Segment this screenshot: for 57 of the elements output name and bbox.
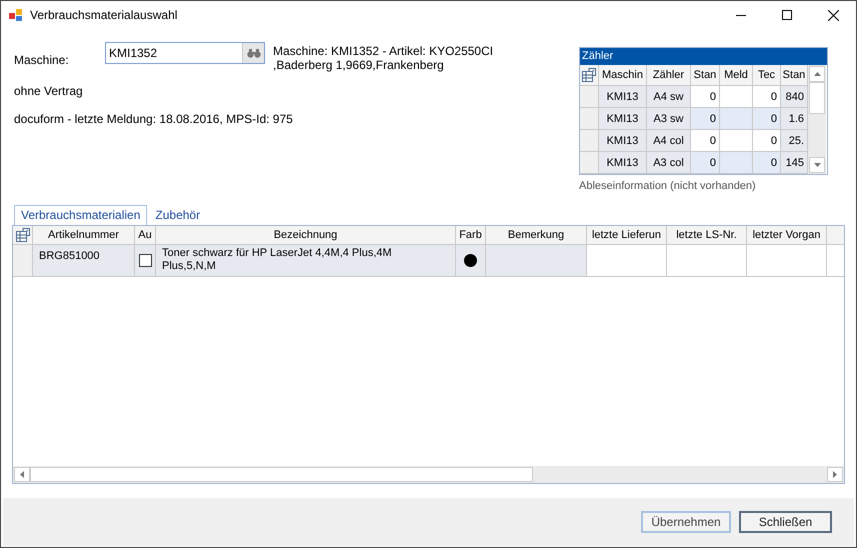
- table-cell: KMI13: [599, 130, 647, 151]
- column-header[interactable]: letzter Vorgan: [747, 226, 827, 244]
- table-cell: A3 col: [647, 152, 691, 173]
- table-cell: 145: [781, 152, 808, 173]
- table-cell: 1.6: [781, 108, 808, 129]
- machine-field[interactable]: KMI1352: [105, 42, 265, 64]
- table-cell: 840: [781, 86, 808, 107]
- machine-info: Maschine: KMI1352 - Artikel: KYO2550CI: [273, 44, 494, 58]
- right-arrow-icon[interactable]: [833, 471, 837, 478]
- column-header[interactable]: Bemerkung: [486, 226, 587, 244]
- search-button[interactable]: [242, 43, 264, 63]
- table-cell: A4 col: [647, 130, 691, 151]
- column-header[interactable]: Maschin: [599, 65, 647, 85]
- left-arrow-icon[interactable]: [20, 471, 24, 478]
- grid-caption-text: Ableseinformation (nicht vorhanden): [579, 179, 756, 194]
- column-header[interactable]: letzte Lieferun: [587, 226, 667, 244]
- table-cell: A4 sw: [647, 86, 691, 107]
- down-arrow-icon[interactable]: [814, 163, 820, 167]
- contract-text: ohne Vertrag: [14, 83, 83, 100]
- machine-label: Maschine:: [14, 52, 70, 69]
- column-header[interactable]: Meld: [720, 65, 753, 85]
- column-header[interactable]: Farb: [456, 226, 486, 244]
- report-text: docuform - letzte Meldung: 18.08.2016, MPS-Id: 975: [14, 111, 293, 128]
- window-title: Verbrauchsmaterialauswahl: [30, 7, 178, 24]
- table-cell: 0: [753, 152, 781, 173]
- table-cell: A3 sw: [647, 108, 691, 129]
- column-header[interactable]: Zähler: [647, 65, 691, 85]
- column-header[interactable]: Artikelnummer: [33, 226, 135, 244]
- grid-caption: Zähler: [580, 48, 827, 65]
- column-header[interactable]: letzte LS-Nr.: [667, 226, 747, 244]
- table-cell: KMI13: [599, 108, 647, 129]
- column-header[interactable]: Stan: [691, 65, 720, 85]
- table-cell: 0: [691, 108, 720, 129]
- column-header[interactable]: Au: [135, 226, 156, 244]
- app-icon: [9, 8, 23, 22]
- up-arrow-icon[interactable]: [814, 72, 820, 76]
- table-cell: BRG851000: [33, 245, 135, 276]
- grid-options-icon[interactable]: [582, 68, 596, 82]
- table-cell: Toner schwarz für HP LaserJet 4,4M,4 Plus,4M Plus,5,N,M: [156, 245, 456, 276]
- table-cell: KMI13: [599, 86, 647, 107]
- table-cell: KMI13: [599, 152, 647, 173]
- column-header[interactable]: Tec: [753, 65, 781, 85]
- grid-options-icon[interactable]: [16, 228, 30, 242]
- address-info: ,Baderberg 1,9669,Frankenberg: [273, 58, 445, 72]
- scrollbar[interactable]: [808, 65, 826, 174]
- tab[interactable]: Verbrauchsmaterialien: [14, 205, 148, 225]
- tab[interactable]: Zubehör: [147, 207, 208, 225]
- table-cell: 0: [691, 152, 720, 173]
- binoculars-icon: [246, 48, 260, 58]
- dialog-button[interactable]: Schließen: [739, 511, 832, 533]
- dialog-button[interactable]: Übernehmen: [641, 511, 731, 533]
- column-header[interactable]: Bezeichnung: [156, 226, 456, 244]
- horizontal-scrollbar[interactable]: [13, 466, 844, 483]
- table-cell: 0: [753, 108, 781, 129]
- close-icon[interactable]: [828, 10, 838, 20]
- checkbox[interactable]: [138, 254, 152, 267]
- table-cell: 25.: [781, 130, 808, 151]
